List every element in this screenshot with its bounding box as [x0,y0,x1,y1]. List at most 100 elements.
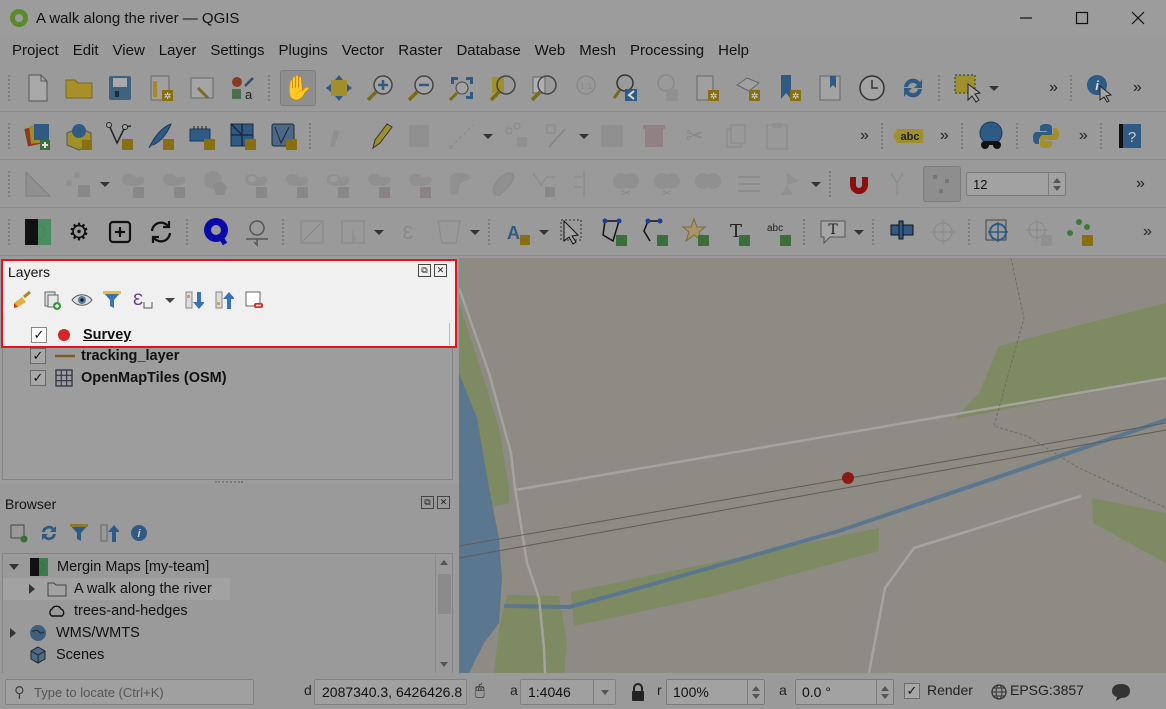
add-selected-layers-button[interactable] [8,522,30,544]
menu-raster[interactable]: Raster [391,42,449,59]
rotate-feature-button[interactable] [116,166,152,202]
move-dropdown[interactable] [100,181,110,187]
new-shapefile-layer-button[interactable] [102,118,138,154]
menu-view[interactable]: View [106,42,152,59]
style-panel-button[interactable] [11,289,33,311]
browser-scrollbar[interactable] [435,554,452,673]
identify-features-button[interactable]: i [1082,70,1118,106]
georef-button-3[interactable]: Ɛ [390,214,426,250]
measure-button[interactable] [20,166,56,202]
browser-item-trees-and-hedges[interactable]: trees-and-hedges [47,600,188,622]
new-map-view-button[interactable]: ✲ [690,70,726,106]
toolbar-overflow-chevron[interactable]: » [1143,223,1152,241]
toolbar-grip[interactable] [282,219,288,245]
annotation-text-style-button[interactable]: A [500,214,536,250]
menu-layer[interactable]: Layer [152,42,204,59]
zoom-to-layer-button[interactable] [526,70,562,106]
toolbar-grip[interactable] [880,123,887,149]
zoom-native-button[interactable]: 1:1 [567,70,603,106]
panel-splitter[interactable] [215,481,243,483]
snapping-mode-button[interactable] [882,166,918,202]
offset-curve-button[interactable] [444,166,480,202]
new-temporary-layer-button[interactable] [143,118,179,154]
snapping-type-button[interactable] [923,166,961,202]
qfield-sync-button[interactable] [198,214,234,250]
toolbar-grip[interactable] [488,219,494,245]
minimize-button[interactable] [998,0,1054,36]
browser-item-walk-along-the-river[interactable]: A walk along the river [3,578,230,600]
add-ring-button[interactable] [198,166,234,202]
simplify-button[interactable] [157,166,193,202]
zoom-to-selection-button[interactable] [485,70,521,106]
menu-project[interactable]: Project [5,42,66,59]
mergin-create-project-button[interactable] [102,214,138,250]
toolbar-grip[interactable] [309,123,315,149]
toggle-editing-button[interactable] [362,118,398,154]
toolbar-grip[interactable] [960,123,967,149]
trim-extend-button[interactable] [526,166,562,202]
rotate-symbols-dropdown[interactable] [811,181,821,187]
zoom-full-button[interactable] [444,70,480,106]
pan-map-button[interactable]: ✋ [280,70,316,106]
spin-arrows[interactable] [747,680,764,704]
menu-edit[interactable]: Edit [66,42,106,59]
toolbar-grip[interactable] [268,75,274,101]
snapping-tolerance-spinbox[interactable]: 12 [966,172,1066,196]
fill-ring-button[interactable] [280,166,316,202]
toolbar-grip[interactable] [1015,123,1022,149]
scale-dropdown[interactable] [593,680,615,704]
menu-settings[interactable]: Settings [203,42,271,59]
remove-layer-button[interactable] [243,289,265,311]
cut-features-button[interactable]: ✂ [677,118,713,154]
select-features-button[interactable] [950,70,986,106]
digitize-line-button[interactable] [444,118,480,154]
menu-database[interactable]: Database [449,42,527,59]
menu-web[interactable]: Web [528,42,573,59]
toolbar-grip[interactable] [968,219,974,245]
copy-features-button[interactable] [718,118,754,154]
toolbar-overflow-chevron[interactable]: » [1133,79,1142,97]
merge-attributes-button[interactable] [690,166,726,202]
menu-processing[interactable]: Processing [623,42,711,59]
digitize-dropdown[interactable] [483,133,493,139]
georef-button-2[interactable] [335,214,371,250]
locator-search-input[interactable]: ⚲ Type to locate (Ctrl+K) [5,679,254,705]
layout-manager-button[interactable] [184,70,220,106]
survey-point[interactable] [842,472,854,484]
scrollbar-thumb[interactable] [438,574,451,614]
zoom-last-button[interactable] [608,70,644,106]
add-polygon-annotation-button[interactable] [596,214,632,250]
new-mesh-layer-button[interactable] [225,118,261,154]
new-geopackage-layer-button[interactable] [61,118,97,154]
merge-features-button[interactable]: ✂ [649,166,685,202]
render-checkbox[interactable]: ✓ [904,683,920,699]
close-button[interactable] [1110,0,1166,36]
toolbar-grip[interactable] [1099,123,1106,149]
browser-item-scenes[interactable]: Scenes [28,644,104,666]
manage-visibility-button[interactable] [71,289,93,311]
toolbar-overflow-chevron[interactable]: » [1049,79,1058,97]
help-button[interactable]: ? [1112,118,1148,154]
new-virtual-layer-button[interactable] [184,118,220,154]
add-line-annotation-button[interactable] [637,214,673,250]
new-project-button[interactable] [20,70,56,106]
filter-browser-button[interactable] [68,522,90,544]
rotation-spinbox[interactable]: 0.0 ° [795,679,894,705]
new-3d-map-view-button[interactable]: ✲ [731,70,767,106]
new-vector-tile-layer-button[interactable] [266,118,302,154]
modify-attributes-button[interactable] [540,118,576,154]
text-annotation-button[interactable]: T [815,214,851,250]
georef-button-4[interactable] [431,214,467,250]
mergin-settings-button[interactable]: ⚙ [61,214,97,250]
lock-scale-icon[interactable] [630,682,646,702]
pan-to-selection-button[interactable] [321,70,357,106]
refresh-browser-button[interactable] [38,522,60,544]
toolbar-grip[interactable] [8,219,14,245]
toolbar-grip[interactable] [8,171,14,197]
spin-arrows[interactable] [876,680,893,704]
delete-ring-button[interactable] [321,166,357,202]
coordinate-capture-button[interactable] [980,214,1016,250]
map-canvas[interactable] [459,258,1166,673]
align-features-button[interactable] [731,166,767,202]
scroll-down-icon[interactable] [440,662,448,667]
